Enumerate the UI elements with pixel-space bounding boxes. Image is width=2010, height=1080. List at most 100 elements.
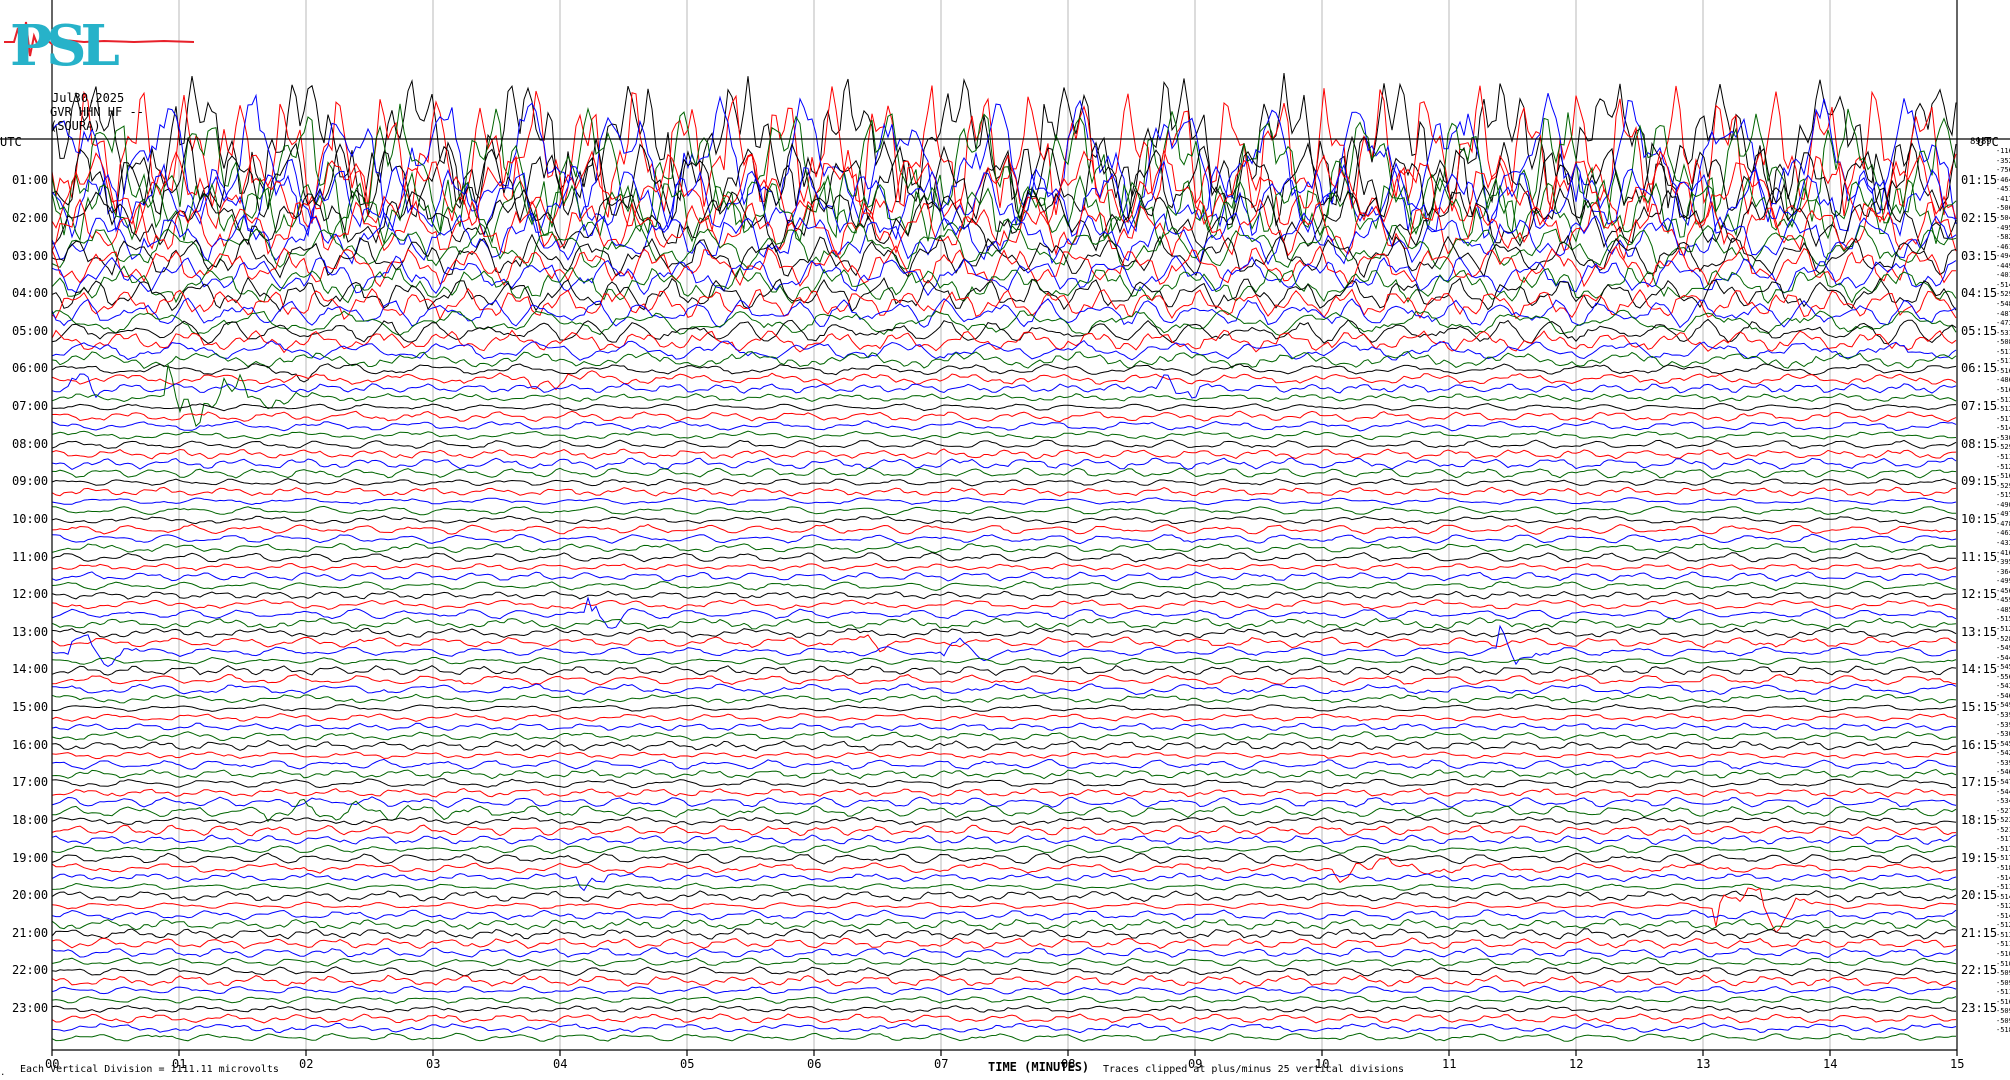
trace-offset-label: -4619 (1996, 242, 2010, 251)
left-axis-label: UTC (0, 135, 22, 149)
trace-offset-label: -5459 (1996, 739, 2010, 748)
seismic-trace (51, 542, 1957, 554)
trace-offset-label: -4861 (1996, 376, 2010, 385)
header-date: Jul30,2025 (52, 91, 125, 105)
trace-offset-label: -5126 (1996, 625, 2010, 633)
trace-offset-label: -5395 (1996, 711, 2010, 719)
right-hour-label: 03:15 (1961, 248, 1998, 263)
seismic-trace (51, 890, 1957, 903)
trace-offset-label: -5187 (1996, 863, 2010, 872)
seismic-trace (51, 852, 1957, 865)
trace-offset-label: -4564 (1996, 586, 2010, 595)
trace-offset-label: -4902 (1996, 500, 2010, 509)
seismic-trace (51, 740, 1957, 752)
seismic-trace (51, 439, 1957, 449)
trace-offset-label: -5118 (1996, 883, 2010, 892)
trace-offset-label: -5176 (1996, 854, 2010, 863)
seismic-trace (51, 297, 1957, 329)
seismic-trace (51, 974, 1957, 987)
trace-offset-label: -4856 (1996, 605, 2010, 614)
trace-offset-label: -5145 (1996, 892, 2010, 901)
seismic-trace (51, 73, 1957, 212)
right-hour-label: 23:15 (1961, 1001, 1998, 1016)
seismic-trace (51, 171, 1957, 247)
trace-offset-label: -4940 (1996, 252, 2010, 261)
left-hour-label: 08:00 (12, 436, 49, 451)
right-hour-label: 12:15 (1961, 587, 1998, 602)
left-hour-label: 20:00 (12, 888, 49, 903)
seismic-trace (51, 318, 1957, 345)
trace-offset-label: -5125 (1996, 902, 2010, 911)
left-hour-label: 05:00 (12, 323, 49, 338)
seismic-trace (51, 448, 1957, 460)
seismic-trace (51, 571, 1957, 582)
seismic-trace (51, 505, 1956, 516)
seismic-trace (51, 824, 1957, 837)
right-hour-label: 10:15 (1961, 511, 1998, 526)
trace-offset-label: -4332 (1996, 538, 2010, 547)
seismic-trace (51, 778, 1957, 789)
seismic-trace (51, 664, 1957, 677)
seismic-trace (51, 751, 1957, 760)
left-hour-label: 10:00 (12, 511, 49, 526)
header-station: GVR HHN HF -- (50, 105, 144, 119)
seismic-trace (51, 497, 1957, 506)
trace-offset-label: -5066 (1996, 204, 2010, 213)
left-hour-label: 18:00 (12, 812, 49, 827)
x-tick-label: 06 (807, 1057, 822, 1071)
trace-offset-label: -5131 (1996, 930, 2010, 939)
trace-group (51, 73, 1957, 1042)
seismic-trace (51, 245, 1956, 288)
trace-offset-label: -5467 (1996, 691, 2010, 700)
seismic-trace (51, 410, 1957, 423)
left-hour-label: 19:00 (12, 850, 49, 865)
trace-offset-label: -5115 (1996, 940, 2010, 949)
trace-offset-label: -5146 (1996, 424, 2010, 433)
psl-logo: PSL (4, 8, 195, 76)
left-hour-label: 09:00 (12, 474, 49, 489)
right-hour-label: 18:15 (1961, 812, 1998, 827)
seismic-trace (51, 627, 1957, 639)
seismic-trace (51, 985, 1957, 996)
trace-offset-label: -5497 (1996, 644, 2010, 653)
trace-offset-label: -7568 (1996, 166, 2010, 175)
trace-offset-label: -5291 (1996, 443, 2010, 452)
seismic-trace (51, 946, 1957, 958)
right-hour-label: 13:15 (1961, 624, 1998, 639)
seismic-trace (51, 596, 1957, 629)
helicorder-plot (0, 0, 2010, 1056)
trace-offset-label: -3644 (1996, 567, 2010, 576)
trace-offset-label: -5087 (1996, 338, 2010, 347)
trace-offset-label: -4632 (1996, 529, 2010, 538)
seismic-trace (51, 909, 1957, 921)
seismic-trace (51, 928, 1957, 940)
x-tick-label: 04 (553, 1057, 568, 1071)
seismic-trace (51, 872, 1957, 892)
trace-offset-label: -5167 (1996, 366, 2010, 375)
left-hour-label: 07:00 (12, 399, 49, 414)
trace-offset-label: -3529 (1996, 156, 2010, 165)
seismic-trace (51, 1032, 1957, 1042)
seismic-trace (51, 562, 1957, 572)
left-hour-label: 17:00 (12, 775, 49, 790)
seismic-trace (51, 478, 1957, 487)
right-hour-label: 19:15 (1961, 850, 1998, 865)
trace-offset-label: -5568 (1996, 672, 2010, 681)
seismic-trace (51, 957, 1957, 968)
trace-offset-label: -5094 (1996, 978, 2010, 987)
seismic-trace (51, 796, 1957, 808)
trace-offset-label: -4019 (1996, 271, 2010, 280)
trace-offset-label: -5237 (1996, 816, 2010, 825)
seismic-trace (51, 420, 1957, 432)
trace-offset-label: -4731 (1996, 319, 2010, 328)
right-hour-label: 22:15 (1961, 963, 1998, 978)
seismic-trace (51, 329, 1957, 354)
seismic-trace (51, 457, 1957, 470)
seismic-trace (51, 590, 1957, 600)
right-hour-label: 09:15 (1961, 474, 1998, 489)
seismic-trace (51, 834, 1957, 846)
seismic-trace (51, 364, 1957, 428)
x-tick-label: 14 (1823, 1057, 1838, 1071)
trace-offset-label: -4599 (1996, 596, 2010, 605)
seismic-trace (51, 882, 1957, 891)
